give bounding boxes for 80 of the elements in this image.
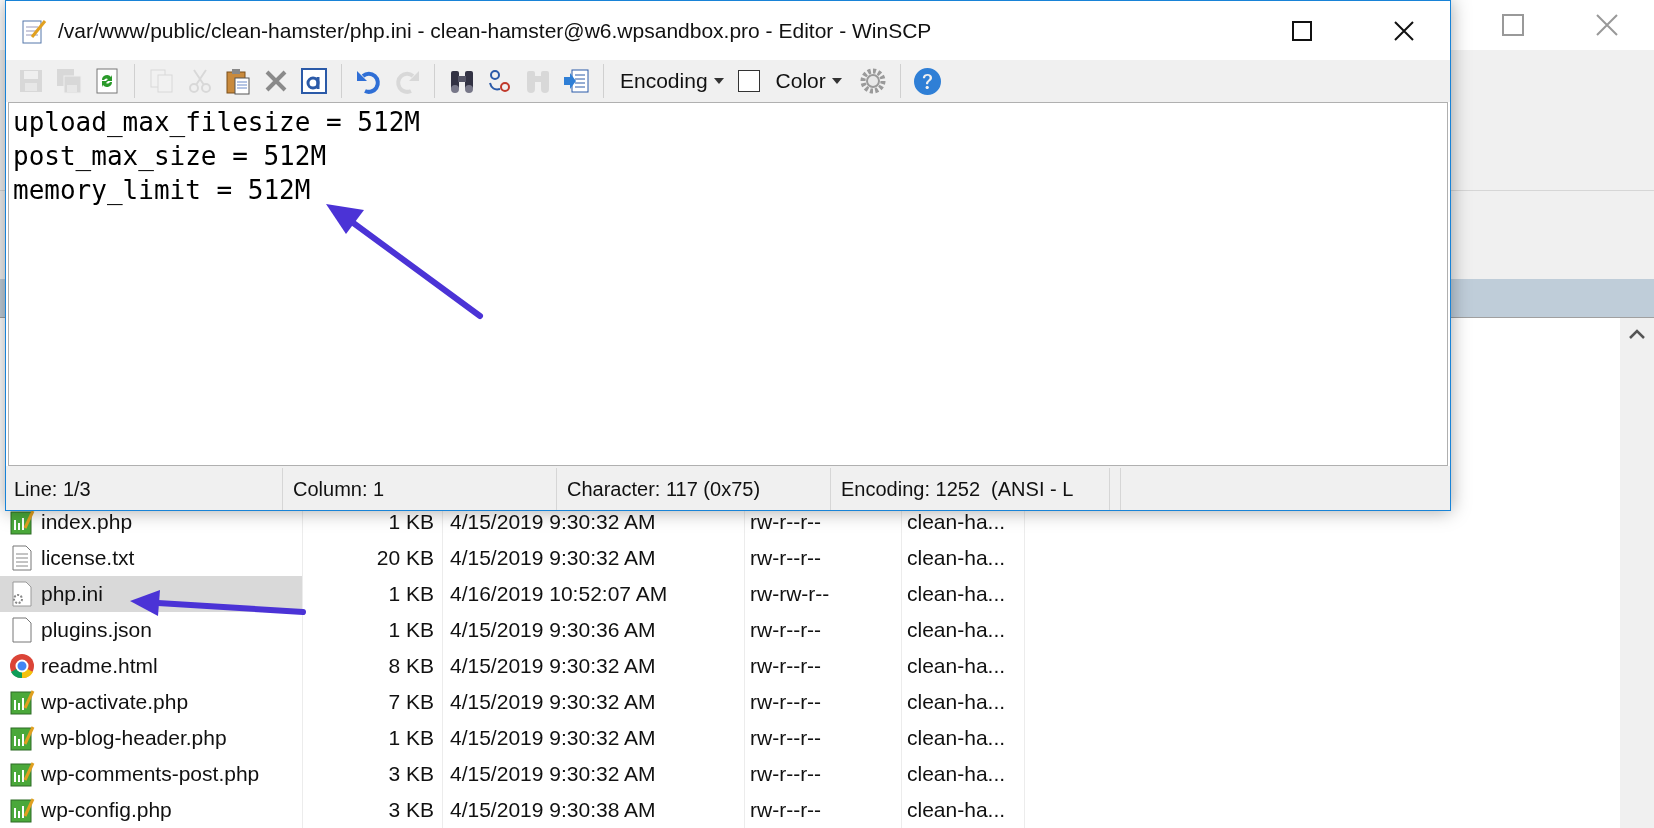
file-date: 4/15/2019 9:30:32 AM: [450, 654, 656, 678]
file-name[interactable]: wp-config.php: [41, 798, 172, 822]
file-owner: clean-ha...: [907, 654, 1006, 678]
file-date: 4/15/2019 9:30:32 AM: [450, 762, 656, 786]
file-owner: clean-ha...: [907, 582, 1006, 606]
file-rights: rw-r--r--: [750, 654, 822, 678]
file-date: 4/15/2019 9:30:32 AM: [450, 510, 656, 534]
browser-icon: [9, 652, 35, 680]
color-dropdown[interactable]: Color: [769, 69, 848, 93]
save-all-icon: [55, 67, 83, 95]
file-name[interactable]: license.txt: [41, 546, 135, 570]
file-rights: rw-r--r--: [750, 726, 822, 750]
file-owner: clean-ha...: [907, 690, 1006, 714]
file-size: 7 KB: [388, 690, 434, 714]
file-owner: clean-ha...: [907, 762, 1006, 786]
close-icon: [1393, 19, 1415, 42]
file-owner: clean-ha...: [907, 798, 1006, 822]
script-file-icon: [9, 760, 35, 788]
file-size: 1 KB: [388, 582, 434, 606]
script-file-icon: [9, 724, 35, 752]
go-to-line-icon: [562, 67, 590, 95]
code-line: memory_limit = 512M: [13, 174, 312, 207]
file-name[interactable]: wp-blog-header.php: [41, 726, 227, 750]
text-file-icon: [9, 544, 35, 572]
caret-icon: [831, 78, 842, 84]
file-name[interactable]: wp-comments-post.php: [41, 762, 260, 786]
maximize-icon: [1291, 19, 1313, 42]
file-date: 4/15/2019 9:30:32 AM: [450, 546, 656, 570]
file-rights: rw-r--r--: [750, 618, 822, 642]
caret-icon: [713, 78, 724, 84]
file-rights: rw-r--r--: [750, 510, 822, 534]
window-title: /var/www/public/clean-hamster/php.ini - clean-hamster@w6.wpsandbox.pro - Editor - WinSCP: [58, 18, 933, 43]
scissors-icon: [186, 67, 214, 95]
status-text: Column: 1: [293, 477, 385, 501]
scroll-up-icon[interactable]: [1629, 329, 1645, 339]
file-date: 4/15/2019 9:30:38 AM: [450, 798, 656, 822]
status-text: Encoding: 1252 (ANSI - L: [841, 477, 1074, 501]
file-size: 20 KB: [376, 546, 434, 570]
file-icon: [9, 616, 35, 644]
paste-icon: [224, 67, 252, 95]
script-file-icon: [9, 796, 35, 824]
status-text: Character: 117 (0x75): [567, 477, 761, 501]
file-date: 4/15/2019 9:30:32 AM: [450, 690, 656, 714]
file-size: 8 KB: [388, 654, 434, 678]
file-name[interactable]: plugins.json: [41, 618, 152, 642]
file-owner: clean-ha...: [907, 726, 1006, 750]
file-name[interactable]: php.ini: [41, 582, 103, 606]
status-text: Line: 1/3: [14, 477, 91, 501]
help-icon: [914, 67, 942, 95]
file-size: 1 KB: [388, 618, 434, 642]
file-date: 4/15/2019 9:30:36 AM: [450, 618, 656, 642]
file-name[interactable]: readme.html: [41, 654, 158, 678]
encoding-dropdown[interactable]: Encoding: [614, 69, 730, 93]
file-size: 3 KB: [388, 762, 434, 786]
file-name[interactable]: index.php: [41, 510, 133, 534]
file-name[interactable]: wp-activate.php: [41, 690, 189, 714]
code-line: upload_max_filesize = 512M: [13, 106, 421, 139]
file-date: 4/15/2019 9:30:32 AM: [450, 726, 656, 750]
settings-icon: [858, 67, 887, 95]
file-rights: rw-rw-r--: [750, 582, 830, 606]
code-line: post_max_size = 512M: [13, 140, 328, 173]
select-all-icon: [300, 67, 328, 95]
reload-icon: [93, 67, 121, 95]
file-size: 3 KB: [388, 798, 434, 822]
file-rights: rw-r--r--: [750, 546, 822, 570]
file-owner: clean-ha...: [907, 546, 1006, 570]
save-icon: [17, 67, 45, 95]
scrollbar[interactable]: [1620, 318, 1654, 828]
file-size: 1 KB: [388, 510, 434, 534]
file-owner: clean-ha...: [907, 510, 1006, 534]
script-file-icon: [9, 688, 35, 716]
color-checkbox[interactable]: [737, 70, 760, 92]
text-editor[interactable]: upload_max_filesize = 512M post_max_size = 512M memory_limit = 512M: [8, 102, 1448, 466]
settings-file-icon: [9, 580, 35, 608]
file-rights: rw-r--r--: [750, 798, 822, 822]
file-size: 1 KB: [388, 726, 434, 750]
file-owner: clean-ha...: [907, 618, 1006, 642]
file-date: 4/16/2019 10:52:07 AM: [450, 582, 668, 606]
file-rights: rw-r--r--: [750, 690, 822, 714]
file-rights: rw-r--r--: [750, 762, 822, 786]
